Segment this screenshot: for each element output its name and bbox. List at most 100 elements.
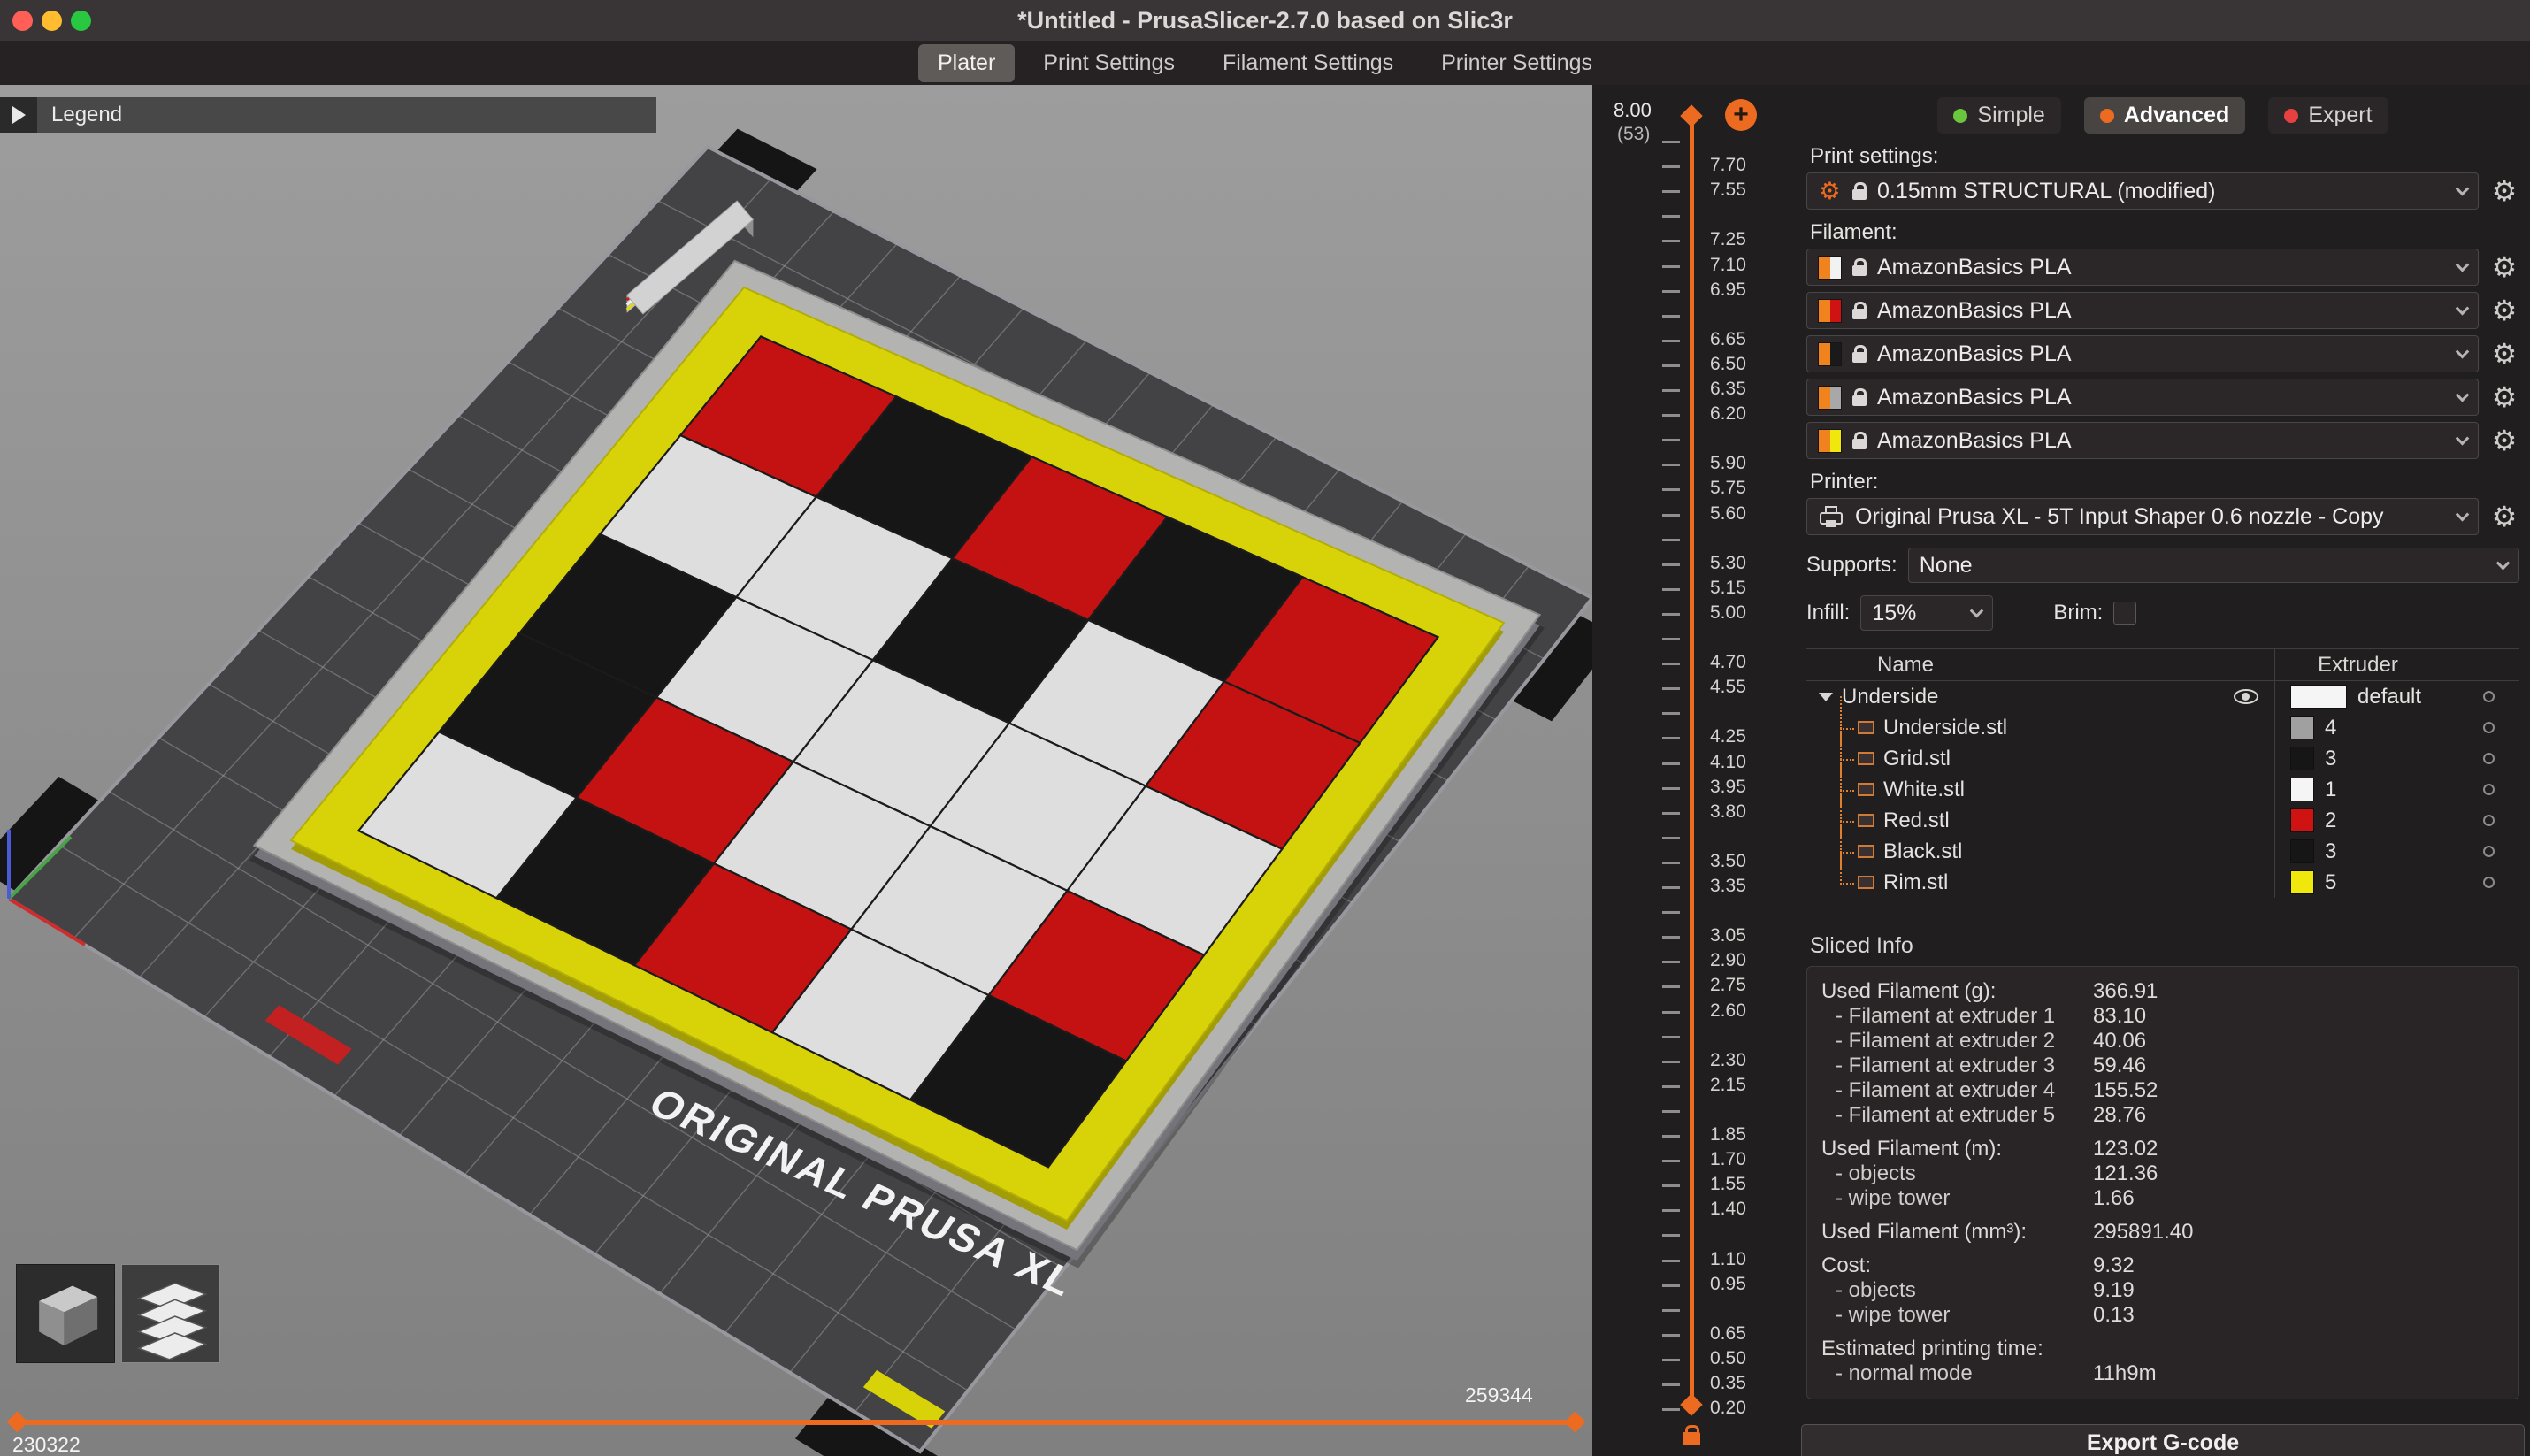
mode-advanced-button[interactable]: Advanced [2084, 97, 2245, 134]
layers-icon [122, 1265, 219, 1362]
gear-icon[interactable] [2489, 340, 2519, 368]
tab-printer-settings[interactable]: Printer Settings [1422, 44, 1612, 82]
print-settings-combo[interactable]: 0.15mm STRUCTURAL (modified) [1806, 172, 2479, 210]
slider-max-value: 259344 [1465, 1383, 1533, 1407]
layer-tick [1662, 1359, 1680, 1361]
close-button[interactable] [12, 11, 33, 31]
tab-plater[interactable]: Plater [918, 44, 1015, 82]
object-part-name: Grid.stl [1883, 747, 1951, 771]
view-mode-3d-button[interactable] [16, 1264, 115, 1363]
extruder-swatch[interactable] [2290, 870, 2314, 894]
extruder-swatch[interactable] [2290, 839, 2314, 863]
sliced-info-row: - wipe tower1.66 [1821, 1186, 2504, 1211]
gear-icon[interactable] [2489, 177, 2519, 205]
object-row-red-stl[interactable]: Red.stl2 [1806, 805, 2519, 836]
layer-tick-label: 7.25 [1710, 229, 1746, 250]
filament-combo-1[interactable]: AmazonBasics PLA [1806, 249, 2479, 286]
printable-toggle-icon[interactable] [2483, 753, 2495, 764]
extruder-swatch[interactable] [2290, 808, 2314, 832]
layer-tick [1662, 961, 1680, 963]
sliced-info-value [2093, 1337, 2504, 1361]
extruder-swatch[interactable] [2290, 747, 2314, 770]
gear-icon[interactable] [2489, 253, 2519, 281]
brim-checkbox[interactable] [2113, 602, 2136, 625]
layer-tick [1662, 315, 1680, 318]
printable-toggle-icon[interactable] [2483, 877, 2495, 888]
object-row-rim-stl[interactable]: Rim.stl5 [1806, 867, 2519, 898]
printable-toggle-icon[interactable] [2483, 815, 2495, 826]
tab-filament-settings[interactable]: Filament Settings [1203, 44, 1413, 82]
add-color-change-button[interactable] [1725, 99, 1757, 131]
layer-tick-label: 3.50 [1710, 851, 1746, 872]
mode-expert-button[interactable]: Expert [2268, 97, 2388, 134]
supports-combo[interactable]: None [1908, 548, 2519, 583]
mode-simple-button[interactable]: Simple [1937, 97, 2060, 134]
filament-combo-5[interactable]: AmazonBasics PLA [1806, 422, 2479, 459]
infill-combo[interactable]: 15% [1860, 595, 1993, 631]
legend-bar[interactable]: Legend [0, 97, 656, 133]
gear-icon[interactable] [2489, 296, 2519, 325]
gear-icon[interactable] [2489, 426, 2519, 455]
extruder-swatch[interactable] [2290, 778, 2314, 801]
filament-combo-3[interactable]: AmazonBasics PLA [1806, 335, 2479, 372]
lock-icon [1852, 309, 1867, 319]
layer-slider-top-handle[interactable] [1680, 104, 1702, 126]
infill-label: Infill: [1806, 601, 1850, 625]
layer-tick-label: 2.90 [1710, 950, 1746, 971]
gear-icon[interactable] [2489, 502, 2519, 531]
object-row-black-stl[interactable]: Black.stl3 [1806, 836, 2519, 867]
sliced-info-label: - Filament at extruder 2 [1821, 1029, 2093, 1054]
export-gcode-button[interactable]: Export G-code [1801, 1424, 2525, 1456]
visibility-eye-icon[interactable] [2234, 689, 2258, 704]
object-row-grid-stl[interactable]: Grid.stl3 [1806, 743, 2519, 774]
minimize-button[interactable] [42, 11, 62, 31]
extruder-swatch[interactable] [2290, 716, 2314, 739]
mode-dot-icon [1953, 109, 1967, 123]
layer-tick-label: 0.95 [1710, 1274, 1746, 1295]
column-header-name[interactable]: Name [1806, 653, 2274, 678]
mode-dot-icon [2284, 109, 2298, 123]
legend-expand-icon[interactable] [0, 97, 37, 133]
3d-scene-canvas[interactable]: ORIGINAL PRUSA XL [0, 85, 1592, 1456]
object-row-underside-stl[interactable]: Underside.stl4 [1806, 712, 2519, 743]
filament-color-swatch [1818, 256, 1842, 280]
cube-icon [17, 1265, 114, 1362]
sliced-info-row: - Filament at extruder 240.06 [1821, 1029, 2504, 1054]
horizontal-range-slider[interactable] [16, 1420, 1576, 1425]
object-part-icon [1858, 814, 1874, 827]
collapse-caret-icon[interactable] [1819, 693, 1833, 701]
view-mode-layers-button[interactable] [121, 1264, 220, 1363]
printable-toggle-icon[interactable] [2483, 691, 2495, 702]
layer-tick-label: 0.35 [1710, 1373, 1746, 1394]
filament-combo-2[interactable]: AmazonBasics PLA [1806, 292, 2479, 329]
fullscreen-button[interactable] [71, 11, 91, 31]
sliced-info-row: - Filament at extruder 183.10 [1821, 1004, 2504, 1029]
object-row-underside-group[interactable]: Underside default [1806, 681, 2519, 712]
layer-tick [1662, 1184, 1680, 1187]
object-row-white-stl[interactable]: White.stl1 [1806, 774, 2519, 805]
tab-print-settings[interactable]: Print Settings [1024, 44, 1194, 82]
traffic-lights [12, 11, 91, 31]
filament-name: AmazonBasics PLA [1877, 385, 2072, 410]
printable-toggle-icon[interactable] [2483, 784, 2495, 795]
object-part-icon [1858, 752, 1874, 765]
sliced-info-label: - Filament at extruder 5 [1821, 1103, 2093, 1128]
sliced-info-row: - objects121.36 [1821, 1161, 2504, 1186]
slider-lock-icon[interactable] [1683, 1432, 1700, 1445]
layer-tick [1662, 985, 1680, 988]
filament-combo-4[interactable]: AmazonBasics PLA [1806, 379, 2479, 416]
layer-tick [1662, 663, 1680, 665]
sliced-info-label: - wipe tower [1821, 1303, 2093, 1328]
column-header-extruder[interactable]: Extruder [2274, 653, 2442, 678]
printable-toggle-icon[interactable] [2483, 846, 2495, 857]
viewport-3d[interactable]: ORIGINAL PRUSA XL Legend 230322 [0, 85, 1592, 1456]
layer-slider-track[interactable] [1690, 120, 1694, 1405]
layer-tick [1662, 737, 1680, 739]
lock-icon [1852, 189, 1867, 200]
gear-icon[interactable] [2489, 383, 2519, 411]
printable-toggle-icon[interactable] [2483, 722, 2495, 733]
layer-slider-bottom-handle[interactable] [1680, 1393, 1702, 1415]
extruder-swatch[interactable] [2290, 685, 2347, 709]
printer-combo[interactable]: Original Prusa XL - 5T Input Shaper 0.6 … [1806, 498, 2479, 535]
layer-tick [1662, 1383, 1680, 1386]
